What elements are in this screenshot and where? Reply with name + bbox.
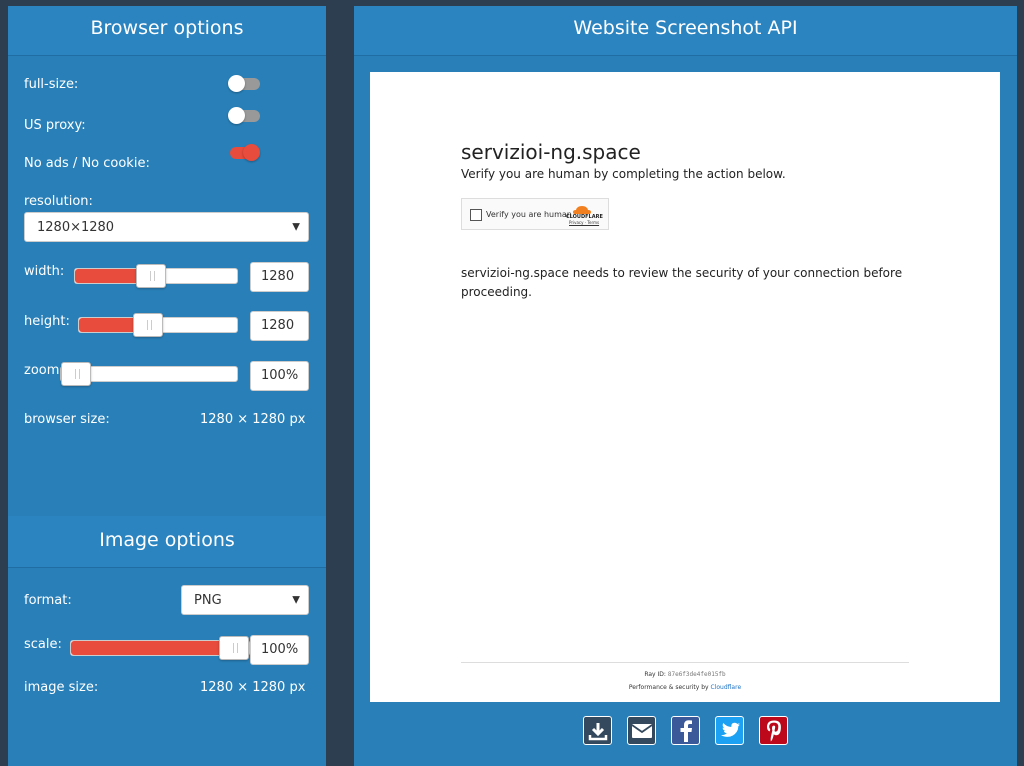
twitter-button[interactable]: [715, 716, 744, 745]
zoom-label: zoom:: [24, 363, 64, 378]
chevron-down-icon: ▼: [292, 221, 300, 233]
noads-toggle[interactable]: [230, 144, 260, 161]
footer-divider: [461, 662, 909, 663]
zoom-slider[interactable]: [60, 362, 238, 386]
scale-slider[interactable]: [70, 636, 250, 660]
captcha-checkbox[interactable]: [470, 209, 482, 221]
ray-id-value: 87e6f3de4fe015fb: [667, 671, 726, 678]
ray-id-line: Ray ID: 87e6f3de4fe015fb: [370, 671, 1000, 678]
full-size-label: full-size:: [24, 77, 79, 92]
height-slider[interactable]: [78, 313, 238, 337]
format-select[interactable]: PNG ▼: [181, 585, 309, 615]
pinterest-button[interactable]: [759, 716, 788, 745]
resolution-select[interactable]: 1280×1280 ▼: [24, 212, 309, 242]
width-slider-handle[interactable]: [135, 264, 166, 288]
format-label: format:: [24, 593, 72, 608]
browser-size-value: 1280 × 1280 px: [200, 412, 306, 427]
performance-line: Performance & security by Cloudflare: [370, 684, 1000, 691]
width-label: width:: [24, 264, 65, 279]
us-proxy-label: US proxy:: [24, 118, 86, 133]
performance-text: Performance & security by: [628, 684, 709, 691]
browser-options-panel: Browser options full-size: US proxy: No …: [8, 6, 326, 766]
cloudflare-link[interactable]: Cloudflare: [711, 684, 742, 691]
height-input[interactable]: 1280: [250, 311, 309, 341]
captcha-widget: Verify you are human CLOUDFLARE Privacy …: [461, 198, 609, 230]
us-proxy-toggle[interactable]: [228, 107, 260, 124]
resolution-select-value: 1280×1280: [37, 219, 115, 235]
facebook-button[interactable]: [671, 716, 700, 745]
twitter-icon: [720, 722, 740, 737]
resolution-label: resolution:: [24, 194, 93, 209]
download-icon: [588, 722, 607, 740]
width-slider[interactable]: [74, 264, 238, 288]
zoom-slider-handle[interactable]: [61, 362, 91, 386]
site-title: servizioi-ng.space: [461, 140, 641, 164]
download-button[interactable]: [583, 716, 612, 745]
scale-slider-fill: [71, 641, 234, 655]
main-title: Website Screenshot API: [354, 6, 1017, 56]
full-size-toggle[interactable]: [228, 75, 260, 92]
width-input[interactable]: 1280: [250, 262, 309, 292]
zoom-input[interactable]: 100%: [250, 361, 309, 391]
privacy-terms-links[interactable]: Privacy · Terms: [569, 220, 599, 225]
email-icon: [630, 723, 653, 738]
ray-id-label: Ray ID:: [644, 671, 666, 678]
scale-label: scale:: [24, 637, 62, 652]
height-slider-handle[interactable]: [132, 313, 163, 337]
browser-size-label: browser size:: [24, 412, 110, 427]
screenshot-panel: Website Screenshot API servizioi-ng.spac…: [354, 6, 1017, 766]
scale-input[interactable]: 100%: [250, 635, 309, 665]
screenshot-preview: servizioi-ng.space Verify you are human …: [370, 72, 1000, 702]
email-button[interactable]: [627, 716, 656, 745]
scale-slider-handle[interactable]: [219, 636, 249, 660]
verify-subtitle: Verify you are human by completing the a…: [461, 167, 786, 181]
captcha-label: Verify you are human: [486, 210, 572, 219]
chevron-down-icon: ▼: [292, 594, 300, 606]
security-message: servizioi-ng.space needs to review the s…: [461, 266, 903, 299]
image-size-label: image size:: [24, 680, 99, 695]
pinterest-icon: [766, 720, 781, 741]
height-label: height:: [24, 314, 70, 329]
browser-options-title: Browser options: [8, 6, 326, 56]
image-options-title: Image options: [8, 516, 326, 568]
noads-label: No ads / No cookie:: [24, 156, 150, 171]
image-size-value: 1280 × 1280 px: [200, 680, 306, 695]
facebook-icon: [680, 719, 692, 742]
format-select-value: PNG: [194, 592, 222, 608]
